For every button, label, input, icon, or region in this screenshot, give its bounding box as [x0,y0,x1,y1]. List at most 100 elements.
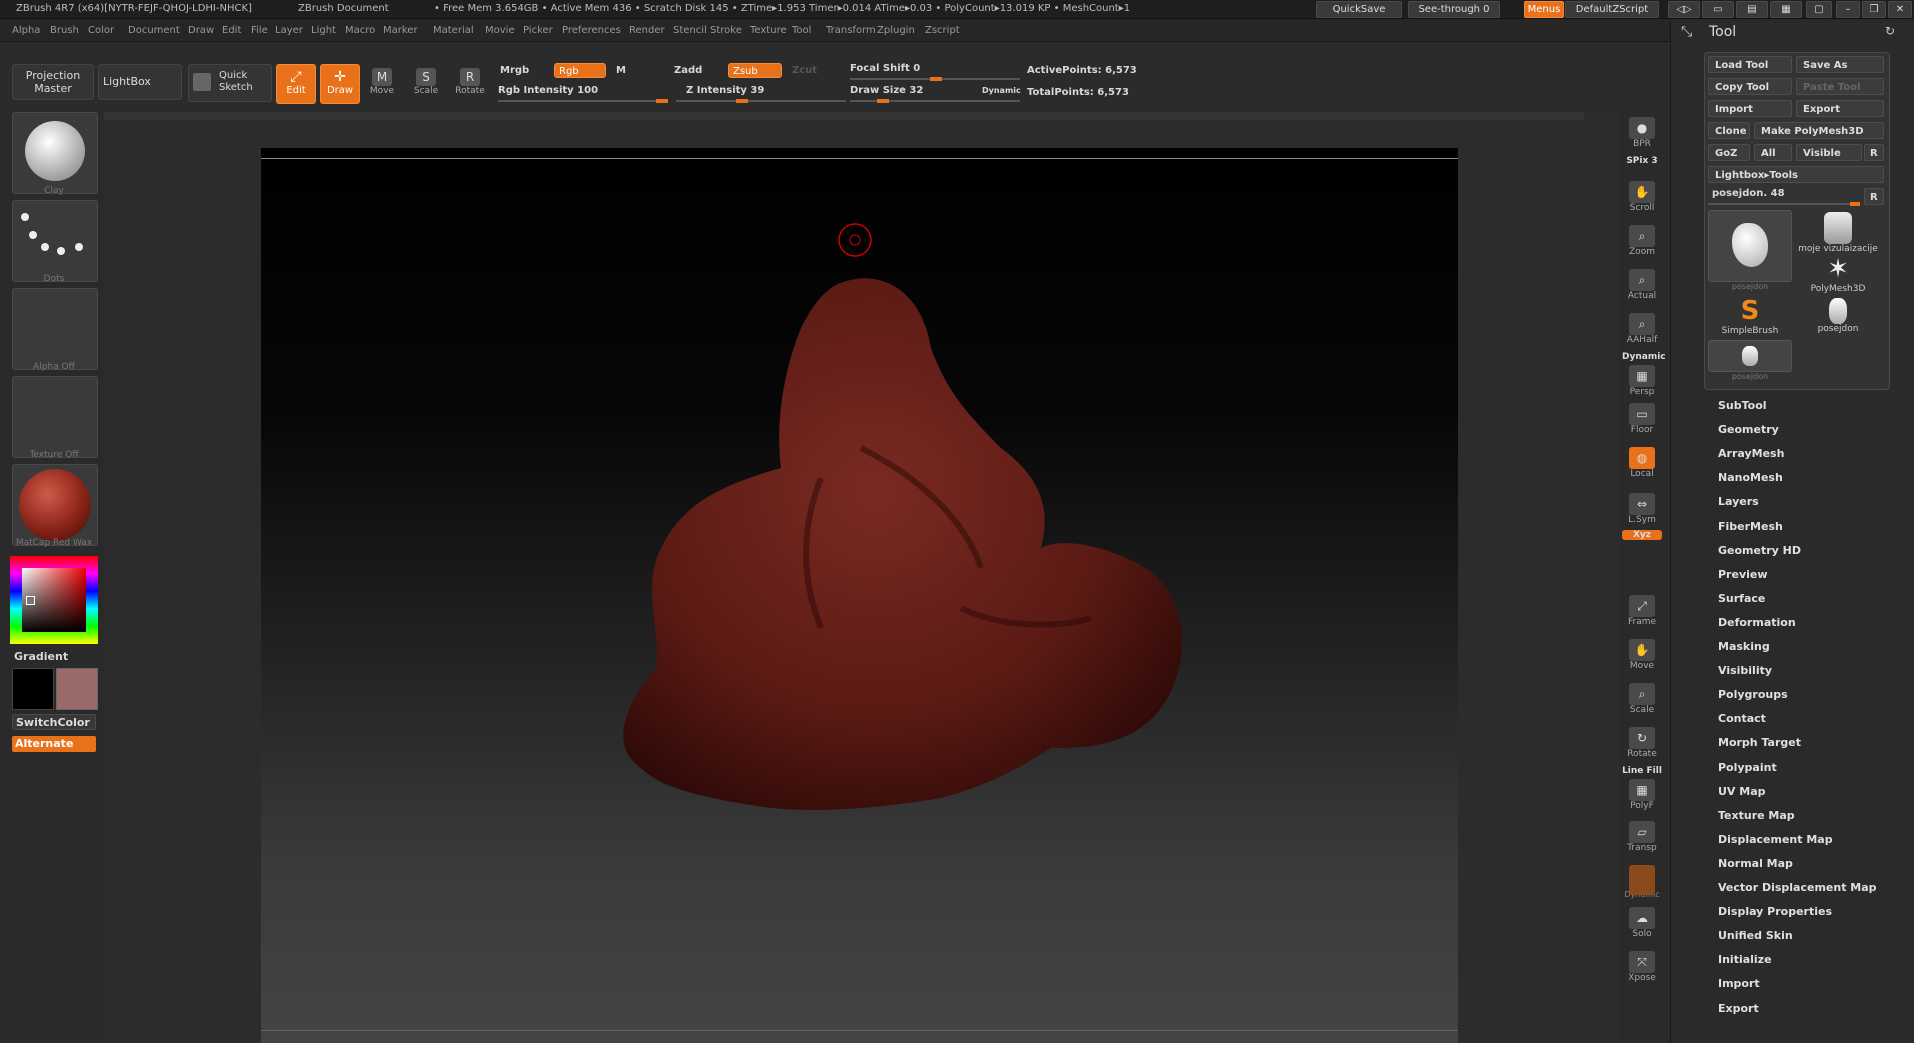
menu-edit[interactable]: Edit [222,25,241,36]
tool-menu-initialize[interactable]: Initialize [1718,953,1772,966]
menu-render[interactable]: Render [629,25,665,36]
save-as-button[interactable]: Save As [1796,56,1884,73]
menu-layer[interactable]: Layer [275,25,303,36]
menu-zplugin[interactable]: Zplugin [877,25,915,36]
default-zscript-button[interactable]: DefaultZScript [1565,1,1659,18]
menu-color[interactable]: Color [88,25,114,36]
tool-menu-import[interactable]: Import [1718,977,1760,990]
color-picker[interactable] [10,556,98,644]
quicksave-button[interactable]: QuickSave [1316,1,1402,18]
canvas[interactable] [261,148,1458,1043]
shelf-lsym-button[interactable]: ⇔ L.Sym [1622,490,1662,530]
tool-menu-contact[interactable]: Contact [1718,712,1766,725]
menu-stencil[interactable]: Stencil [673,25,707,36]
menu-preferences[interactable]: Preferences [562,25,621,36]
layout-options-icon[interactable]: ▦ [1770,1,1802,18]
texture-thumbnail[interactable] [12,376,98,458]
lightbox-tools-button[interactable]: Lightbox▸Tools [1708,166,1884,183]
menu-picker[interactable]: Picker [523,25,553,36]
close-icon[interactable]: ✕ [1888,1,1912,18]
stroke-thumbnail[interactable] [12,200,98,282]
see-through-slider[interactable]: See-through 0 [1408,1,1500,18]
dynamic-button[interactable]: Dynamic [982,86,1021,95]
lightbox-button[interactable]: LightBox [98,64,182,100]
brush-thumbnail[interactable] [12,112,98,194]
minimize-icon[interactable]: – [1836,1,1860,18]
tool-item-posejdon-3[interactable]: posejdon [1708,340,1792,384]
draw-mode-button[interactable]: ✛ Draw [320,64,360,104]
clone-button[interactable]: Clone [1708,122,1750,139]
rgb-intensity-slider[interactable] [498,99,668,103]
secondary-color-swatch[interactable] [56,668,98,710]
alpha-thumbnail[interactable] [12,288,98,370]
shelf-move-button[interactable]: ✋ Move [1622,636,1662,676]
import-button[interactable]: Import [1708,100,1792,117]
tool-menu-masking[interactable]: Masking [1718,640,1770,653]
menu-light[interactable]: Light [311,25,336,36]
tool-menu-normal-map[interactable]: Normal Map [1718,857,1793,870]
tool-menu-nanomesh[interactable]: NanoMesh [1718,471,1783,484]
goz-button[interactable]: GoZ [1708,144,1750,161]
sculpt-mesh[interactable] [261,148,1458,908]
tool-menu-export[interactable]: Export [1718,1002,1759,1015]
tool-menu-geometry[interactable]: Geometry [1718,423,1779,436]
canvas-top-scrollbar[interactable] [104,112,1584,120]
shelf-transp-button[interactable]: ▱ Transp [1622,818,1662,858]
goz-r-button[interactable]: R [1864,144,1884,161]
tool-menu-vector-displacement-map[interactable]: Vector Displacement Map [1718,881,1877,894]
zadd-button[interactable]: Zadd [674,65,702,76]
shelf-xyz-button[interactable]: Xyz [1622,530,1662,544]
mrgb-button[interactable]: Mrgb [500,65,529,76]
shelf-rotate-button[interactable]: ↻ Rotate [1622,724,1662,764]
tool-menu-morph-target[interactable]: Morph Target [1718,736,1801,749]
tool-menu-arraymesh[interactable]: ArrayMesh [1718,447,1784,460]
tool-menu-layers[interactable]: Layers [1718,495,1759,508]
menu-material[interactable]: Material [433,25,474,36]
menu-alpha[interactable]: Alpha [12,25,40,36]
tool-menu-displacement-map[interactable]: Displacement Map [1718,833,1833,846]
shelf-zoom-button[interactable]: ⌕ Zoom [1622,222,1662,262]
shelf-solo-button[interactable]: ☁ Solo [1622,904,1662,944]
layout-grid-icon[interactable]: ▤ [1736,1,1768,18]
tool-menu-surface[interactable]: Surface [1718,592,1765,605]
edit-mode-button[interactable]: ⤢ Edit [276,64,316,104]
tool-menu-deformation[interactable]: Deformation [1718,616,1796,629]
shelf-xpose-button[interactable]: ⤧ Xpose [1622,948,1662,988]
rgb-button[interactable]: Rgb [554,63,606,78]
goz-visible-button[interactable]: Visible [1796,144,1862,161]
current-tool-slider[interactable] [1708,202,1860,206]
paste-tool-button[interactable]: Paste Tool [1796,78,1884,95]
menu-tool[interactable]: Tool [792,25,811,36]
menu-brush[interactable]: Brush [50,25,79,36]
lock-icon[interactable]: ▢ [1806,1,1832,18]
menu-movie[interactable]: Movie [485,25,515,36]
gradient-toggle[interactable]: Gradient [14,650,68,663]
menu-file[interactable]: File [251,25,268,36]
menu-macro[interactable]: Macro [345,25,375,36]
shelf-persp-button[interactable]: ▦ Persp [1622,362,1662,402]
tool-menu-fibermesh[interactable]: FiberMesh [1718,520,1783,533]
shelf-actual-button[interactable]: ⌕ Actual [1622,266,1662,306]
tool-item-posejdon-2[interactable]: posejdon [1796,296,1880,378]
menu-zscript[interactable]: Zscript [925,25,960,36]
tool-menu-geometry-hd[interactable]: Geometry HD [1718,544,1801,557]
m-button[interactable]: M [616,65,626,76]
current-tool-r-button[interactable]: R [1864,188,1884,205]
alternate-button[interactable]: Alternate [12,736,96,752]
move-mode-button[interactable]: M Move [364,64,400,102]
color-cursor[interactable] [26,596,35,605]
load-tool-button[interactable]: Load Tool [1708,56,1792,73]
layout-right-icon[interactable]: ▭ [1702,1,1734,18]
menus-button[interactable]: Menus [1524,1,1564,18]
shelf-ghost-button[interactable] [1622,862,1662,898]
shelf-aahalf-button[interactable]: ⌕ AAHalf [1622,310,1662,350]
zcut-button[interactable]: Zcut [792,65,817,76]
copy-tool-button[interactable]: Copy Tool [1708,78,1792,95]
tool-menu-uv-map[interactable]: UV Map [1718,785,1766,798]
shelf-floor-button[interactable]: ▭ Floor [1622,400,1662,440]
menu-transform[interactable]: Transform [826,25,876,36]
tool-menu-preview[interactable]: Preview [1718,568,1768,581]
tool-menu-polygroups[interactable]: Polygroups [1718,688,1788,701]
make-polymesh-button[interactable]: Make PolyMesh3D [1754,122,1884,139]
menu-texture[interactable]: Texture [750,25,787,36]
